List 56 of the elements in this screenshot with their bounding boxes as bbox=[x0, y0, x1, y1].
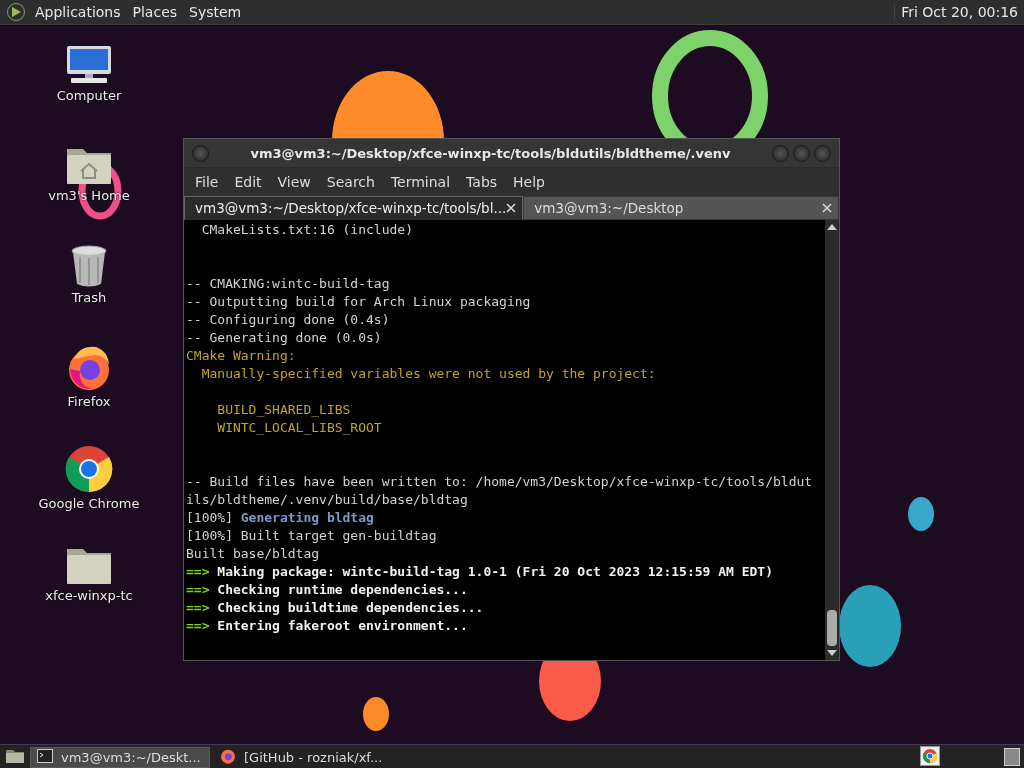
desktop-icon-label[interactable]: Computer bbox=[56, 88, 122, 103]
panel-menu[interactable]: System bbox=[183, 4, 248, 20]
terminal-line: ==> Entering fakeroot environment... bbox=[186, 618, 468, 633]
terminal-line: Manually-specified variables were not used by the project: bbox=[200, 366, 656, 381]
panel-menu[interactable]: Applications bbox=[29, 4, 127, 20]
terminal-tab[interactable]: vm3@vm3:~/Desktop bbox=[523, 196, 839, 220]
scroll-down-icon[interactable] bbox=[827, 650, 837, 656]
chrome-tray-icon[interactable] bbox=[920, 745, 940, 768]
menu-logo-icon[interactable] bbox=[6, 2, 26, 22]
terminal-line: -- Build files have been written to: /home/vm3/Desktop/xfce-winxp-tc/tools/bldut bbox=[186, 474, 813, 489]
terminal-line: ils/bldtheme/.venv/build/base/bldtag bbox=[186, 492, 468, 507]
chrome-icon bbox=[65, 445, 113, 493]
terminal-line: Built base/bldtag bbox=[186, 546, 320, 561]
terminal-line: CMakeLists.txt:16 (include) bbox=[200, 222, 413, 237]
trash-icon bbox=[70, 245, 108, 287]
desktop-icon-label[interactable]: Google Chrome bbox=[38, 496, 140, 511]
menu-item[interactable]: View bbox=[269, 174, 319, 190]
menu-item[interactable]: Edit bbox=[226, 174, 270, 190]
taskbar-button[interactable]: [GitHub - rozniak/xf... bbox=[214, 746, 394, 768]
clock[interactable]: Fri Oct 20, 00:16 bbox=[894, 4, 1024, 20]
wallpaper-blob bbox=[363, 697, 389, 731]
scroll-up-icon[interactable] bbox=[827, 224, 837, 230]
menu-item[interactable]: File bbox=[187, 174, 227, 190]
terminal-line: -- Outputting build for Arch Linux packaging bbox=[186, 294, 531, 309]
scrollbar[interactable] bbox=[825, 220, 839, 660]
desktop-icon-label[interactable]: Trash bbox=[71, 290, 107, 305]
menu-item[interactable]: Terminal bbox=[382, 174, 459, 190]
terminal-line: [100%] Built target gen-buildtag bbox=[186, 528, 437, 543]
terminal-line: WINTC_LOCAL_LIBS_ROOT bbox=[216, 420, 382, 435]
terminal-tab[interactable]: vm3@vm3:~/Desktop/xfce-winxp-tc/tools/bl... bbox=[184, 196, 524, 220]
terminal-line: -- Generating done (0.0s) bbox=[186, 330, 382, 345]
menu-item[interactable]: Search bbox=[318, 174, 383, 190]
close-tab-button[interactable] bbox=[506, 203, 517, 213]
scrollbar-thumb[interactable] bbox=[827, 610, 837, 646]
terminal-line: CMake Warning: bbox=[186, 348, 296, 363]
terminal-line: ==> Checking buildtime dependencies... bbox=[186, 600, 484, 615]
terminal-line: ==> Making package: wintc-build-tag 1.0-1 (Fri 20 Oct 2023 12:15:59 AM EDT) bbox=[186, 564, 773, 579]
terminal-icon bbox=[37, 748, 53, 763]
terminal-line: ==> Checking runtime dependencies... bbox=[186, 582, 468, 597]
workspace-switcher[interactable] bbox=[1004, 748, 1020, 766]
terminal-line: -- Configuring done (0.4s) bbox=[186, 312, 390, 327]
menu-item[interactable]: Help bbox=[505, 174, 553, 190]
firefox-icon bbox=[66, 345, 112, 391]
wallpaper-blob bbox=[908, 497, 934, 531]
close-tab-button[interactable] bbox=[822, 203, 832, 213]
panel-menu[interactable]: Places bbox=[126, 4, 184, 20]
desktop-icon-label[interactable]: Firefox bbox=[67, 394, 111, 409]
terminal-line: [100%] Generating bldtag bbox=[186, 510, 374, 525]
window-title: vm3@vm3:~/Desktop/xfce-winxp-tc/tools/bldutils/bldtheme/.venv bbox=[249, 145, 732, 161]
taskbar-button[interactable]: vm3@vm3:~/Deskt... bbox=[30, 746, 210, 768]
firefox-icon bbox=[220, 747, 236, 764]
terminal-line: BUILD_SHARED_LIBS bbox=[216, 402, 351, 417]
desktop-icon-label[interactable]: xfce-winxp-tc bbox=[45, 588, 133, 603]
menu-item[interactable]: Tabs bbox=[458, 174, 506, 190]
terminal-line: -- CMAKING:wintc-build-tag bbox=[186, 276, 390, 291]
computer-icon bbox=[65, 45, 113, 85]
